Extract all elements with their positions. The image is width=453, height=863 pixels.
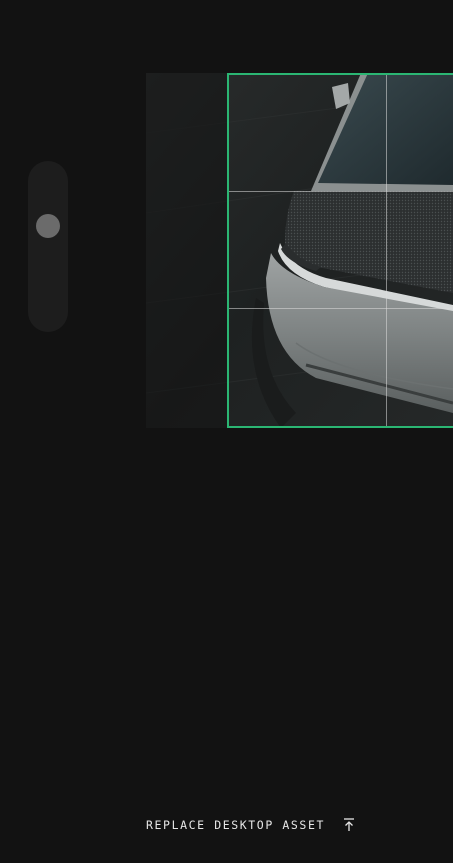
asset-crop-editor: REPLACE DESKTOP ASSET [0,0,453,863]
zoom-slider[interactable] [28,161,68,332]
crop-outside-mask [146,73,227,428]
crop-frame[interactable] [227,73,453,428]
zoom-slider-handle[interactable] [36,213,60,238]
replace-desktop-asset-button[interactable]: REPLACE DESKTOP ASSET [146,816,355,834]
crop-grid-line [229,191,453,192]
crop-canvas[interactable] [146,73,453,428]
crop-grid-line [229,308,453,309]
replace-desktop-asset-label: REPLACE DESKTOP ASSET [146,818,325,832]
crop-grid-line [386,75,387,426]
upload-icon [344,818,354,831]
